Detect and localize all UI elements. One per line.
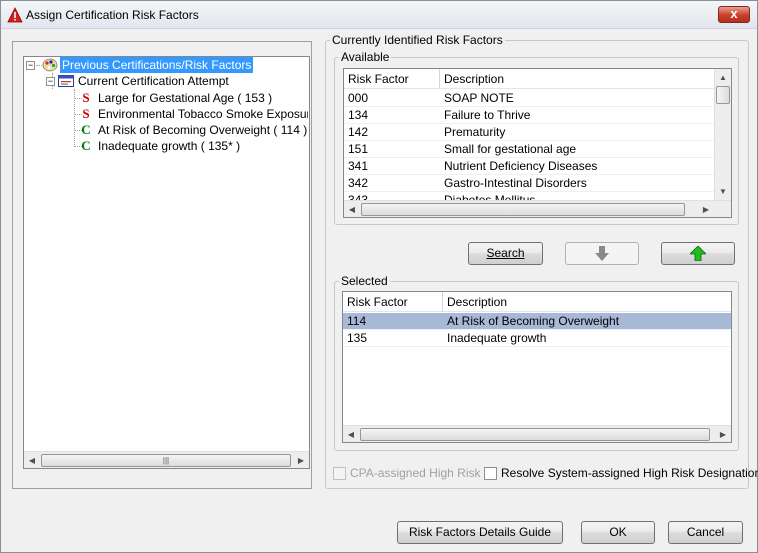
title-bar[interactable]: Assign Certification Risk Factors x xyxy=(1,1,757,29)
table-row[interactable]: 134 Failure to Thrive xyxy=(344,107,714,124)
group-title: Currently Identified Risk Factors xyxy=(330,33,505,47)
scroll-down-icon[interactable]: ▼ xyxy=(715,183,731,200)
move-up-button[interactable] xyxy=(661,242,735,265)
move-down-button[interactable] xyxy=(565,242,639,265)
cancel-label: Cancel xyxy=(686,525,725,539)
cpa-high-risk-checkbox[interactable] xyxy=(333,467,346,480)
table-row[interactable]: 341 Nutrient Deficiency Diseases xyxy=(344,158,714,175)
scrollbar-thumb[interactable]: ||| xyxy=(41,454,291,467)
scroll-up-icon[interactable]: ▲ xyxy=(715,69,731,86)
close-icon: x xyxy=(730,6,738,21)
column-header-description[interactable]: Description xyxy=(440,69,714,89)
form-window-icon xyxy=(58,74,74,88)
ok-button[interactable]: OK xyxy=(581,521,655,544)
tree-risk-item-label: At Risk of Becoming Overweight ( 114 ) xyxy=(98,123,308,137)
cell-description: Prematurity xyxy=(444,125,506,139)
table-row[interactable]: 342 Gastro-Intestinal Disorders xyxy=(344,175,714,192)
cell-code: 142 xyxy=(348,125,369,139)
cell-code: 134 xyxy=(348,108,369,122)
scrollbar-thumb[interactable] xyxy=(716,86,730,104)
scroll-right-icon[interactable]: ▶ xyxy=(715,426,731,442)
search-button-label: Search xyxy=(486,246,525,260)
selected-group: Selected Risk Factor Description 114 At … xyxy=(334,274,739,451)
warning-icon xyxy=(7,7,23,23)
status-letter: C xyxy=(81,138,91,153)
down-arrow-icon xyxy=(595,246,609,268)
cell-description: At Risk of Becoming Overweight xyxy=(447,314,620,328)
ok-label: OK xyxy=(609,525,627,539)
window-title: Assign Certification Risk Factors xyxy=(26,8,199,22)
scrollbar-thumb[interactable] xyxy=(360,428,710,441)
scroll-left-icon[interactable]: ◀ xyxy=(343,426,359,442)
table-row[interactable]: 135 Inadequate growth xyxy=(343,330,731,347)
tree-node-label: Current Certification Attempt xyxy=(78,74,229,88)
cell-code: 135 xyxy=(347,331,368,345)
search-button[interactable]: Search xyxy=(468,242,543,265)
tree-risk-item[interactable]: S Environmental Tobacco Smoke Exposure xyxy=(80,106,308,122)
table-row[interactable]: 142 Prematurity xyxy=(344,124,714,141)
cell-code: 000 xyxy=(348,91,369,105)
cell-description: Nutrient Deficiency Diseases xyxy=(444,159,598,173)
tree-panel: − Previous Certifications/Risk Factors − xyxy=(12,41,312,489)
tree-node-label: Previous Certifications/Risk Factors xyxy=(60,57,254,73)
available-vertical-scrollbar[interactable]: ▲ ▼ xyxy=(714,69,731,200)
cpa-high-risk-label: CPA-assigned High Risk xyxy=(350,466,481,480)
close-button[interactable]: x xyxy=(718,6,750,23)
cell-code: 151 xyxy=(348,142,369,156)
scroll-right-icon[interactable]: ▶ xyxy=(293,452,309,469)
palette-icon xyxy=(42,58,58,72)
column-header-risk-factor[interactable]: Risk Factor xyxy=(343,292,443,312)
table-row[interactable]: 151 Small for gestational age xyxy=(344,141,714,158)
cell-code: 114 xyxy=(347,314,367,328)
column-header-description[interactable]: Description xyxy=(443,292,731,312)
up-arrow-icon xyxy=(689,245,707,268)
tree-risk-item[interactable]: C Inadequate growth ( 135* ) xyxy=(80,138,308,154)
scroll-left-icon[interactable]: ◀ xyxy=(344,201,360,217)
cell-code: 342 xyxy=(348,176,369,190)
tree-risk-item-label: Inadequate growth ( 135* ) xyxy=(98,139,241,153)
details-guide-label: Risk Factors Details Guide xyxy=(408,525,552,539)
cancel-button[interactable]: Cancel xyxy=(668,521,743,544)
tree-horizontal-scrollbar[interactable]: ◀ ||| ▶ xyxy=(24,451,309,468)
collapse-expander-icon[interactable]: − xyxy=(46,77,55,86)
tree-risk-item[interactable]: C At Risk of Becoming Overweight ( 114 ) xyxy=(80,122,308,138)
identified-risk-factors-group: Currently Identified Risk Factors Availa… xyxy=(325,33,749,489)
cell-code: 341 xyxy=(348,159,369,173)
available-label: Available xyxy=(339,50,392,64)
status-letter: S xyxy=(82,90,90,105)
cell-description: Gastro-Intestinal Disorders xyxy=(444,176,587,190)
tree-risk-item[interactable]: S Large for Gestational Age ( 153 ) xyxy=(80,90,308,106)
cell-description: SOAP NOTE xyxy=(444,91,514,105)
resolve-system-checkbox[interactable] xyxy=(484,467,497,480)
column-header-risk-factor[interactable]: Risk Factor xyxy=(344,69,440,89)
selected-grid[interactable]: Risk Factor Description 114 At Risk of B… xyxy=(342,291,732,443)
status-letter: S xyxy=(82,106,90,121)
selected-horizontal-scrollbar[interactable]: ◀ ▶ xyxy=(343,425,731,442)
scrollbar-thumb[interactable] xyxy=(361,203,685,216)
resolve-system-label: Resolve System-assigned High Risk Design… xyxy=(501,466,758,480)
grid-header: Risk Factor Description xyxy=(344,69,714,89)
table-row[interactable]: 000 SOAP NOTE xyxy=(344,90,714,107)
available-group: Available Risk Factor Description 000 SO… xyxy=(334,50,739,225)
scroll-right-icon[interactable]: ▶ xyxy=(698,201,714,217)
certification-tree[interactable]: − Previous Certifications/Risk Factors − xyxy=(23,56,310,469)
cell-description: Inadequate growth xyxy=(447,331,547,345)
table-row-selected[interactable]: 114 At Risk of Becoming Overweight xyxy=(343,313,731,330)
available-grid[interactable]: Risk Factor Description 000 SOAP NOTE 13… xyxy=(343,68,732,218)
selected-label: Selected xyxy=(339,274,390,288)
risk-factors-details-guide-button[interactable]: Risk Factors Details Guide xyxy=(397,521,563,544)
grid-header: Risk Factor Description xyxy=(343,292,731,312)
available-horizontal-scrollbar[interactable]: ◀ ▶ xyxy=(344,200,731,217)
collapse-expander-icon[interactable]: − xyxy=(26,61,35,70)
tree-risk-item-label: Environmental Tobacco Smoke Exposure xyxy=(98,107,308,121)
cell-description: Failure to Thrive xyxy=(444,108,531,122)
status-letter: C xyxy=(81,122,91,137)
cell-description: Small for gestational age xyxy=(444,142,577,156)
tree-risk-item-label: Large for Gestational Age ( 153 ) xyxy=(98,91,273,105)
scroll-left-icon[interactable]: ◀ xyxy=(24,452,40,469)
dialog-window: Assign Certification Risk Factors x − Pr… xyxy=(0,0,758,553)
